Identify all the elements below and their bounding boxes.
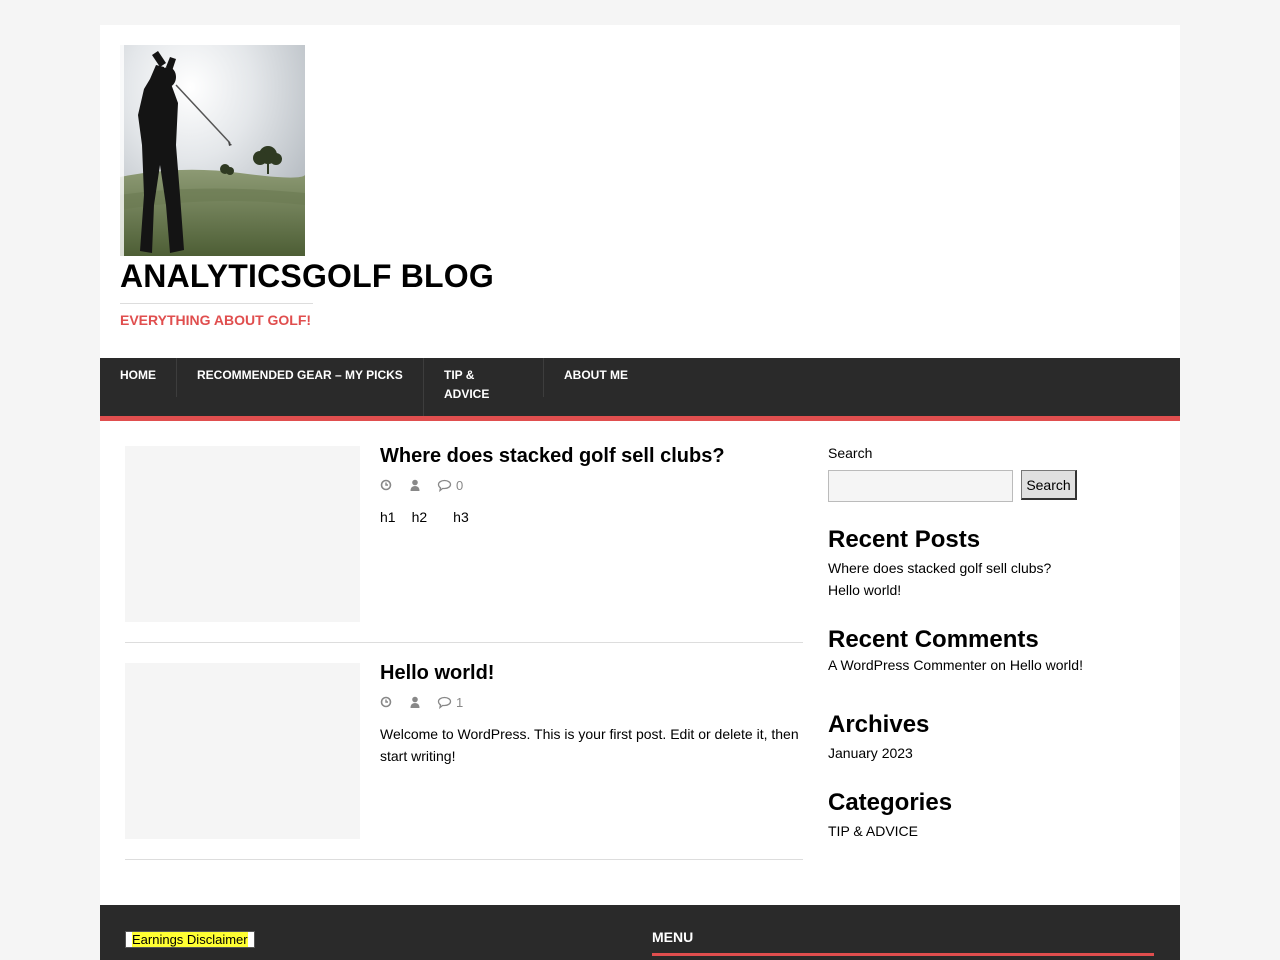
comment-on-text: on (990, 657, 1006, 673)
clock-icon (380, 479, 392, 491)
footer-menu-title: MENU (652, 929, 694, 945)
earnings-disclaimer-link[interactable]: Earnings Disclaimer (125, 931, 255, 948)
comment-post-link[interactable]: Hello world! (1010, 657, 1083, 673)
site-footer: Earnings Disclaimer MENU (100, 905, 1180, 960)
nav-item-recommended-gear[interactable]: RECOMMENDED GEAR – MY PICKS (197, 358, 403, 385)
nav-item-label-line2: ADVICE (444, 387, 490, 401)
search-button[interactable]: Search (1021, 470, 1077, 500)
recent-posts-title: Recent Posts (828, 526, 981, 553)
comment-icon (437, 696, 452, 709)
archive-link[interactable]: January 2023 (828, 745, 913, 761)
nav-divider (543, 358, 544, 397)
post-item: Hello world! 1 Welcome to WordPress. Thi… (125, 662, 803, 860)
post-title[interactable]: Hello world! (380, 662, 494, 685)
nav-item-tip-advice[interactable]: TIP & ADVICE (444, 358, 489, 404)
earnings-disclaimer-label: Earnings Disclaimer (132, 932, 248, 947)
post-excerpt: h1 h2 h3 (380, 506, 805, 528)
nav-item-home[interactable]: HOME (120, 358, 156, 385)
category-link[interactable]: TIP & ADVICE (828, 823, 918, 839)
nav-divider (423, 358, 424, 416)
excerpt-heading: h3 (453, 509, 469, 525)
nav-item-label-line1: TIP & (444, 368, 475, 382)
post-excerpt: Welcome to WordPress. This is your first… (380, 726, 799, 764)
post-thumbnail[interactable] (125, 663, 360, 839)
comment-icon (437, 479, 452, 492)
site-tagline: EVERYTHING ABOUT GOLF! (120, 312, 312, 328)
comment-count[interactable]: 0 (456, 478, 463, 493)
excerpt-heading: h2 (411, 509, 428, 525)
recent-comments-title: Recent Comments (828, 626, 1039, 653)
nav-item-about-me[interactable]: ABOUT ME (564, 358, 628, 385)
recent-post-link[interactable]: Hello world! (828, 582, 901, 598)
user-icon (410, 479, 420, 491)
search-input[interactable] (828, 470, 1013, 502)
golfer-photo-icon (120, 45, 305, 256)
site-title[interactable]: ANALYTICSGOLF BLOG (120, 258, 494, 295)
post-item: Where does stacked golf sell clubs? 0 h1… (125, 445, 805, 643)
comment-author-link[interactable]: A WordPress Commenter (828, 657, 986, 673)
recent-post-link[interactable]: Where does stacked golf sell clubs? (828, 560, 1051, 576)
main-navigation: HOME RECOMMENDED GEAR – MY PICKS TIP & A… (100, 358, 1180, 421)
footer-menu-divider (652, 953, 1154, 956)
page-container: ANALYTICSGOLF BLOG EVERYTHING ABOUT GOLF… (100, 25, 1180, 960)
title-divider (120, 303, 313, 304)
clock-icon (380, 696, 392, 708)
user-icon (410, 696, 420, 708)
recent-comment-item: A WordPress Commenter on Hello world! (828, 657, 1083, 673)
site-logo[interactable] (120, 45, 305, 256)
nav-divider (176, 358, 177, 397)
excerpt-heading: h1 (380, 509, 396, 525)
post-title[interactable]: Where does stacked golf sell clubs? (380, 445, 725, 468)
categories-title: Categories (828, 789, 953, 816)
archives-title: Archives (828, 711, 930, 738)
post-thumbnail[interactable] (125, 446, 360, 622)
search-label: Search (828, 445, 873, 461)
comment-count[interactable]: 1 (456, 695, 463, 710)
